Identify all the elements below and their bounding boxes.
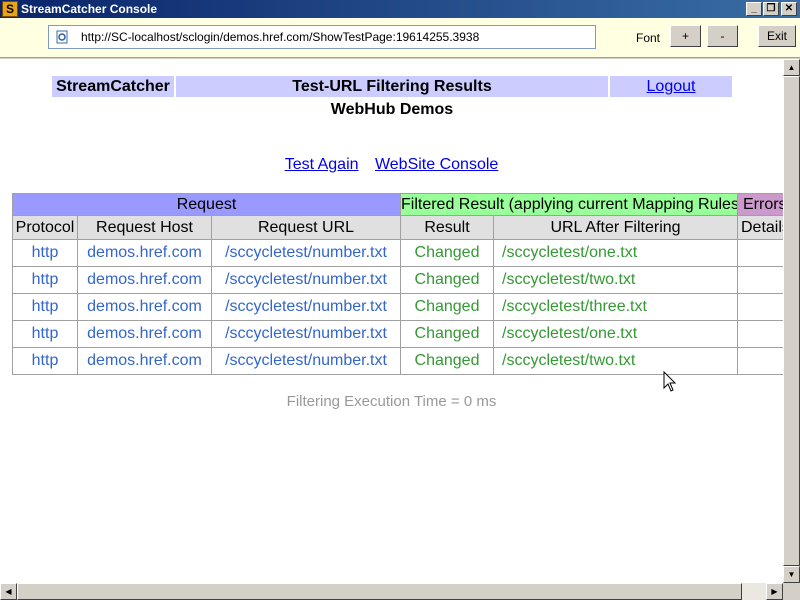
col-header-result: Result: [400, 215, 494, 240]
cell-host: demos.href.com: [77, 266, 212, 294]
minimize-button[interactable]: _: [746, 2, 762, 16]
action-links: Test Again WebSite Console: [0, 156, 783, 174]
cell-details: [737, 347, 783, 375]
app-window: S StreamCatcher Console _ ❐ ✕ http://SC-…: [0, 0, 800, 600]
font-decrease-button[interactable]: -: [707, 25, 738, 47]
restore-button[interactable]: ❐: [763, 2, 779, 16]
window-title: StreamCatcher Console: [21, 2, 158, 16]
cell-after: /sccycletest/three.txt: [493, 293, 738, 321]
cell-result: Changed: [400, 239, 494, 267]
cell-url: /sccycletest/number.txt: [211, 347, 401, 375]
logout-cell: Logout: [610, 76, 732, 97]
col-header-details: Details: [737, 215, 783, 240]
cell-details: [737, 266, 783, 294]
mouse-cursor-icon: [663, 371, 677, 392]
app-icon: S: [2, 1, 18, 17]
cell-result: Changed: [400, 266, 494, 294]
header-bar: StreamCatcher Test-URL Filtering Results…: [52, 76, 732, 97]
col-header-url: Request URL: [211, 215, 401, 240]
vertical-scroll-thumb[interactable]: [783, 76, 800, 566]
group-header-request: Request: [12, 193, 401, 216]
col-header-host: Request Host: [77, 215, 212, 240]
vertical-scrollbar[interactable]: ▲ ▼: [783, 59, 800, 583]
font-label: Font: [636, 31, 661, 45]
cell-host: demos.href.com: [77, 347, 212, 375]
cell-result: Changed: [400, 293, 494, 321]
cell-url: /sccycletest/number.txt: [211, 320, 401, 348]
cell-protocol: http: [12, 347, 78, 375]
close-button[interactable]: ✕: [781, 2, 797, 16]
cell-host: demos.href.com: [77, 293, 212, 321]
cell-protocol: http: [12, 266, 78, 294]
horizontal-scroll-thumb[interactable]: [17, 583, 742, 600]
address-text: http://SC-localhost/sclogin/demos.href.c…: [81, 30, 480, 44]
title-bar[interactable]: S StreamCatcher Console _ ❐ ✕: [0, 0, 800, 18]
scroll-down-arrow[interactable]: ▼: [783, 566, 800, 583]
cell-details: [737, 239, 783, 267]
col-header-after: URL After Filtering: [493, 215, 738, 240]
brand-label: StreamCatcher: [52, 76, 174, 97]
scroll-left-arrow[interactable]: ◀: [0, 583, 17, 600]
font-increase-button[interactable]: +: [670, 25, 701, 47]
page-icon: [56, 30, 68, 44]
cell-protocol: http: [12, 239, 78, 267]
cell-url: /sccycletest/number.txt: [211, 293, 401, 321]
page-subtitle: WebHub Demos: [330, 101, 454, 118]
exit-button[interactable]: Exit: [758, 25, 796, 47]
logout-link[interactable]: Logout: [647, 78, 696, 95]
cell-protocol: http: [12, 293, 78, 321]
cell-url: /sccycletest/number.txt: [211, 266, 401, 294]
test-again-link[interactable]: Test Again: [285, 156, 359, 173]
group-header-filtered: Filtered Result (applying current Mappin…: [400, 193, 738, 216]
scroll-corner: [783, 583, 800, 600]
cell-after: /sccycletest/one.txt: [493, 239, 738, 267]
page-content: StreamCatcher Test-URL Filtering Results…: [0, 59, 783, 583]
page-title: Test-URL Filtering Results: [176, 76, 608, 97]
cell-protocol: http: [12, 320, 78, 348]
cell-host: demos.href.com: [77, 320, 212, 348]
address-bar[interactable]: http://SC-localhost/sclogin/demos.href.c…: [48, 25, 596, 49]
cell-after: /sccycletest/two.txt: [493, 347, 738, 375]
scroll-up-arrow[interactable]: ▲: [783, 59, 800, 76]
cell-after: /sccycletest/two.txt: [493, 266, 738, 294]
website-console-link[interactable]: WebSite Console: [375, 156, 498, 173]
cell-result: Changed: [400, 347, 494, 375]
cell-url: /sccycletest/number.txt: [211, 239, 401, 267]
col-header-protocol: Protocol: [12, 215, 78, 240]
group-header-errors: Errors: [737, 193, 783, 216]
cell-result: Changed: [400, 320, 494, 348]
toolbar: http://SC-localhost/sclogin/demos.href.c…: [0, 18, 800, 58]
cell-details: [737, 293, 783, 321]
cell-after: /sccycletest/one.txt: [493, 320, 738, 348]
cell-details: [737, 320, 783, 348]
horizontal-scrollbar[interactable]: ◀ ▶: [0, 583, 783, 600]
cell-host: demos.href.com: [77, 239, 212, 267]
execution-time: Filtering Execution Time = 0 ms: [286, 393, 497, 410]
scroll-right-arrow[interactable]: ▶: [766, 583, 783, 600]
